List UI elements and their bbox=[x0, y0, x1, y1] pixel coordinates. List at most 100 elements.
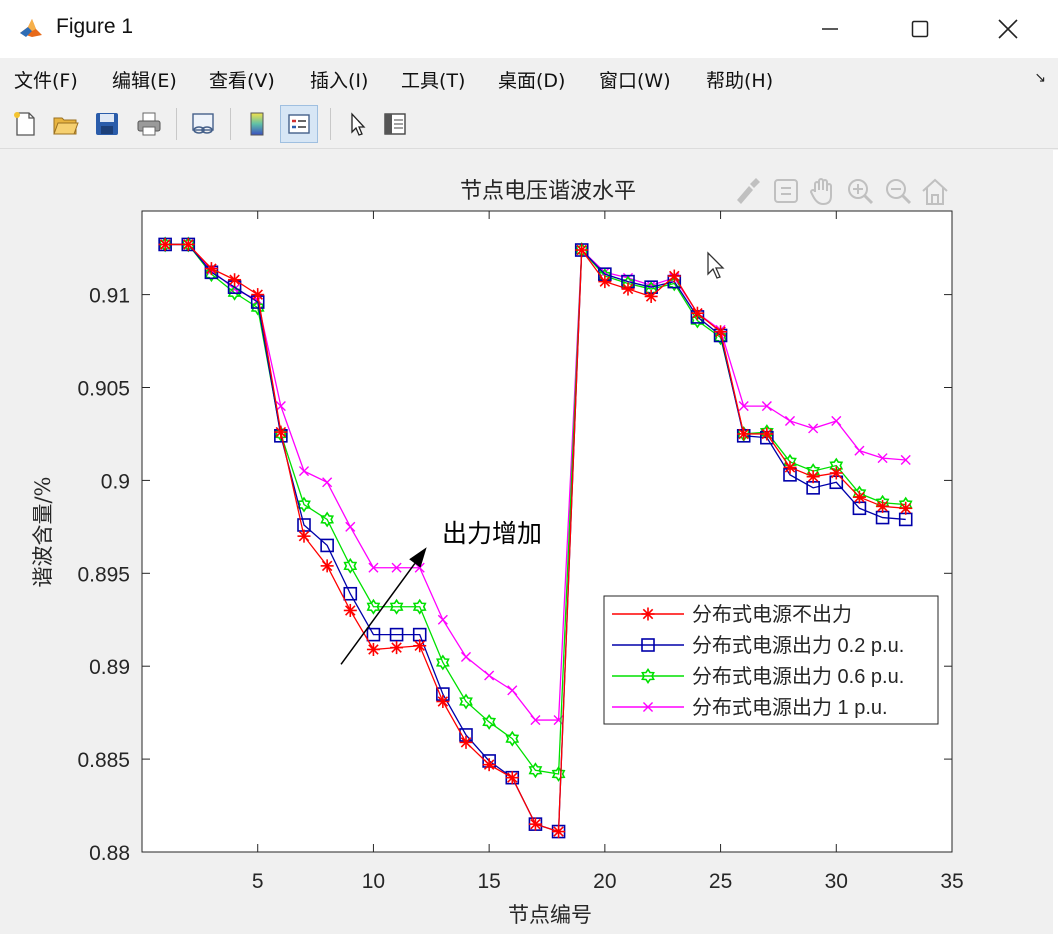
title-bar: Figure 1 bbox=[0, 0, 1058, 58]
legend-icon bbox=[288, 114, 310, 134]
toolbar-separator bbox=[330, 108, 331, 140]
open-file-icon bbox=[53, 117, 79, 135]
data-point bbox=[366, 642, 380, 656]
figure-toolbar bbox=[0, 100, 1058, 149]
data-point bbox=[251, 288, 265, 302]
menu-insert[interactable]: 插入(I) bbox=[310, 66, 368, 93]
menu-tools[interactable]: 工具(T) bbox=[401, 66, 465, 93]
axes-toolbar bbox=[737, 178, 948, 206]
data-point bbox=[297, 529, 311, 543]
data-point bbox=[714, 325, 728, 339]
menu-window[interactable]: 窗口(W) bbox=[599, 66, 671, 93]
data-point bbox=[690, 306, 704, 320]
property-editor-button[interactable] bbox=[376, 105, 414, 143]
pan-icon[interactable] bbox=[809, 178, 832, 206]
toolbar-separator bbox=[230, 108, 231, 140]
data-point bbox=[505, 771, 519, 785]
data-point bbox=[343, 603, 357, 617]
menu-help[interactable]: 帮助(H) bbox=[706, 66, 773, 93]
data-point bbox=[320, 559, 334, 573]
maximize-icon bbox=[911, 20, 929, 38]
data-point bbox=[783, 460, 797, 474]
window-title: Figure 1 bbox=[56, 15, 134, 38]
zoom-out-icon[interactable] bbox=[886, 179, 912, 205]
menu-bar: 文件(F) 编辑(E) 查看(V) 插入(I) 工具(T) 桌面(D) 窗口(W… bbox=[0, 58, 1058, 100]
home-icon[interactable] bbox=[922, 178, 948, 205]
y-tick-label: 0.885 bbox=[77, 749, 130, 772]
menu-file[interactable]: 文件(F) bbox=[14, 66, 78, 93]
colorbar-button[interactable] bbox=[238, 105, 276, 143]
print-icon bbox=[137, 112, 161, 136]
open-file-button[interactable] bbox=[46, 105, 84, 143]
pointer-button[interactable] bbox=[338, 105, 376, 143]
close-button[interactable] bbox=[964, 0, 1052, 58]
zoom-in-icon[interactable] bbox=[848, 179, 874, 205]
data-point bbox=[829, 466, 843, 480]
property-editor-icon bbox=[384, 113, 406, 135]
x-tick-label: 25 bbox=[709, 870, 732, 893]
data-point bbox=[158, 237, 172, 251]
data-point bbox=[436, 695, 450, 709]
data-point bbox=[598, 275, 612, 289]
figure-window: Figure 1 文件(F) 编辑(E) 查看(V) 插入(I) 工具(T) 桌… bbox=[0, 0, 1058, 934]
legend-label: 分布式电源出力 1 p.u. bbox=[692, 696, 888, 719]
data-point bbox=[228, 273, 242, 287]
minimize-button[interactable] bbox=[786, 0, 874, 58]
data-point bbox=[482, 758, 496, 772]
legend[interactable]: 分布式电源不出力分布式电源出力 0.2 p.u. 分布式电源出力 0.6 p.u.… bbox=[603, 595, 939, 725]
data-point bbox=[644, 289, 658, 303]
x-tick-label: 30 bbox=[825, 870, 848, 893]
y-tick-label: 0.9 bbox=[101, 470, 130, 493]
data-point bbox=[876, 499, 890, 513]
data-point bbox=[667, 269, 681, 283]
x-tick-label: 15 bbox=[477, 870, 500, 893]
y-tick-label: 0.89 bbox=[89, 656, 130, 679]
legend-label: 分布式电源出力 0.6 p.u. bbox=[692, 665, 904, 688]
y-axis-label: 谐波含量/% bbox=[31, 476, 55, 587]
data-point bbox=[552, 825, 566, 839]
colorbar-icon bbox=[250, 112, 264, 136]
x-tick-label: 5 bbox=[252, 870, 264, 893]
save-icon bbox=[96, 113, 118, 135]
matlab-icon bbox=[18, 15, 44, 41]
data-point bbox=[806, 470, 820, 484]
close-icon bbox=[998, 19, 1018, 39]
data-point bbox=[899, 501, 913, 515]
x-axis-label: 节点编号 bbox=[508, 903, 592, 927]
data-point bbox=[390, 641, 404, 655]
x-tick-label: 35 bbox=[940, 870, 963, 893]
save-button[interactable] bbox=[88, 105, 126, 143]
legend-marker bbox=[641, 607, 655, 621]
data-point bbox=[413, 639, 427, 653]
line-chart[interactable]: 5 10 15 20 25 30 35 0.88 0.885 0.89 0.895 0.9 0.905 0… bbox=[5, 150, 1053, 934]
data-point bbox=[459, 735, 473, 749]
y-tick-label: 0.895 bbox=[77, 563, 130, 586]
window-edge bbox=[1053, 150, 1058, 934]
data-point bbox=[737, 427, 751, 441]
menu-view[interactable]: 查看(V) bbox=[209, 66, 275, 93]
menu-desktop[interactable]: 桌面(D) bbox=[498, 66, 565, 93]
brush-icon[interactable] bbox=[737, 178, 760, 204]
x-tick-label: 20 bbox=[593, 870, 616, 893]
annotation-text: 出力增加 bbox=[442, 519, 542, 548]
figure-canvas: 5 10 15 20 25 30 35 0.88 0.885 0.89 0.895 0.9 0.905 0… bbox=[5, 150, 1053, 934]
data-point bbox=[621, 282, 635, 296]
legend-button[interactable] bbox=[280, 105, 318, 143]
y-tick-label: 0.88 bbox=[89, 842, 130, 865]
data-tips-icon[interactable] bbox=[774, 179, 798, 203]
data-point bbox=[575, 243, 589, 257]
new-figure-button[interactable] bbox=[6, 105, 44, 143]
maximize-button[interactable] bbox=[876, 0, 964, 58]
print-button[interactable] bbox=[130, 105, 168, 143]
data-point bbox=[528, 817, 542, 831]
legend-label: 分布式电源不出力 bbox=[692, 603, 852, 626]
link-plot-icon bbox=[192, 113, 214, 134]
y-tick-label: 0.905 bbox=[77, 378, 130, 401]
data-point bbox=[852, 490, 866, 504]
new-figure-icon bbox=[14, 112, 35, 136]
minimize-icon bbox=[822, 28, 838, 30]
menu-edit[interactable]: 编辑(E) bbox=[112, 66, 177, 93]
link-plot-button[interactable] bbox=[184, 105, 222, 143]
pointer-icon bbox=[351, 112, 366, 136]
dock-arrow-icon[interactable]: ↘ bbox=[1034, 70, 1046, 86]
